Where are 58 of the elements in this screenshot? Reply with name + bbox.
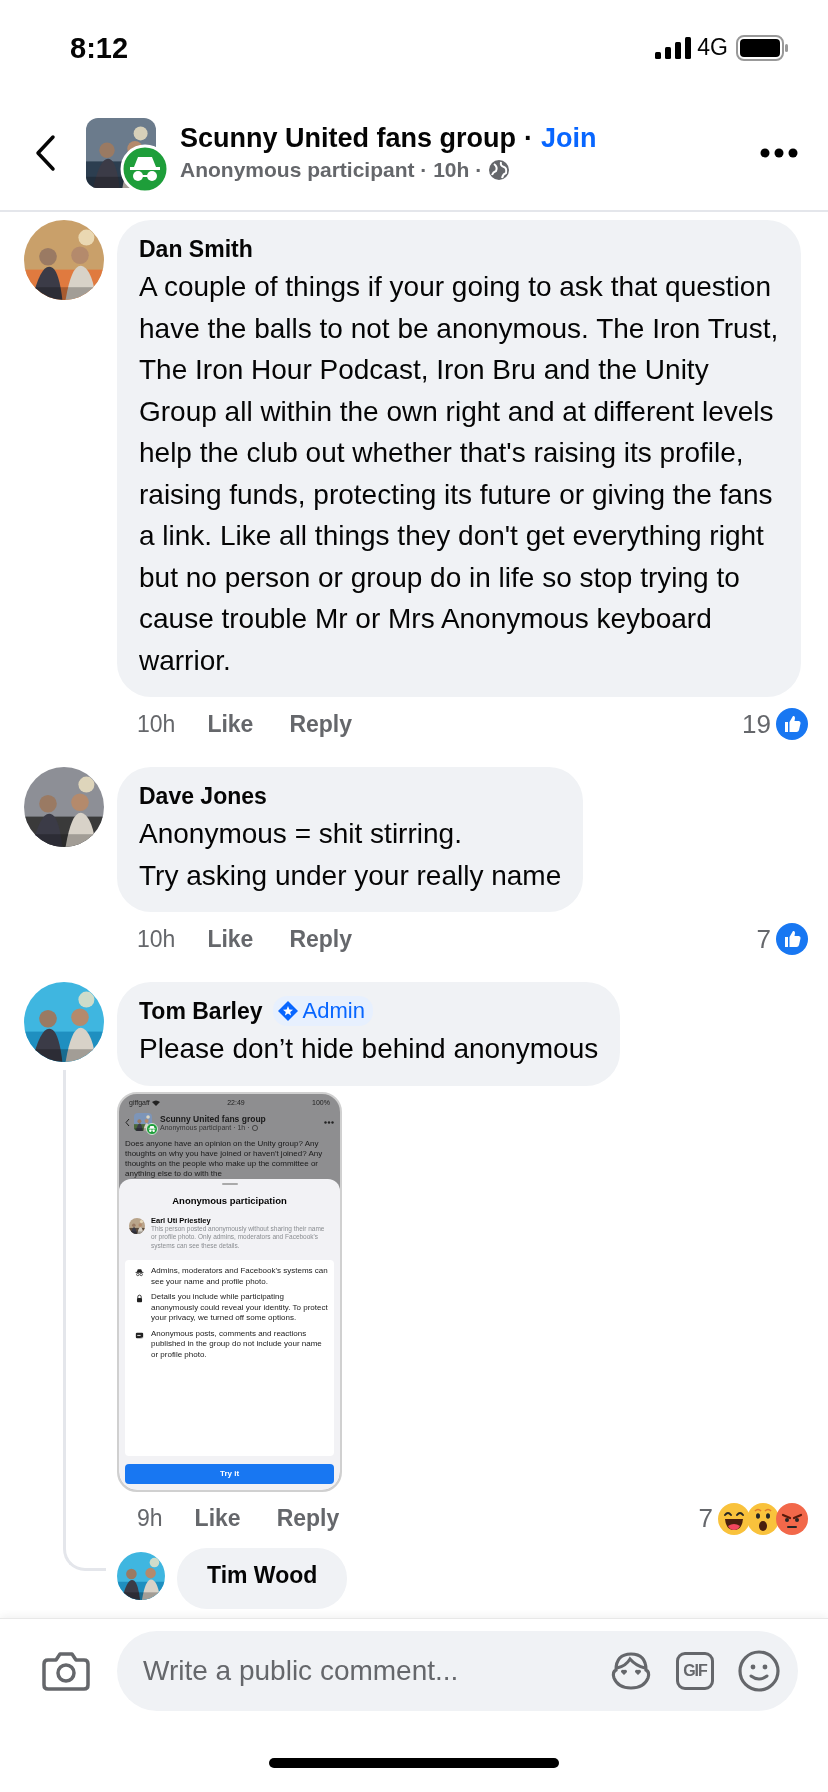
reply-button[interactable]: Reply <box>276 1505 340 1532</box>
reply-button[interactable]: Reply <box>289 710 353 738</box>
comment-time: 10h <box>137 925 176 953</box>
post-meta: Anonymous participant · 10h · <box>180 158 483 182</box>
comment-text: Anonymous = shit stirring. Try asking under your really name <box>139 817 562 893</box>
more-icon <box>324 1121 334 1124</box>
info-text: Admins, moderators and Facebook's systems can see your name and profile photo. <box>151 1266 329 1287</box>
incognito-badge-icon <box>120 143 170 194</box>
emoji-icon[interactable] <box>736 1648 782 1694</box>
angry-face-icon <box>776 1502 808 1535</box>
reply-button[interactable]: Reply <box>289 925 353 953</box>
author-name[interactable]: Dave Jones <box>139 779 267 813</box>
back-icon[interactable] <box>34 133 56 172</box>
screenshot-attachment[interactable] <box>117 1091 342 1492</box>
globe-icon <box>488 159 511 181</box>
comment-time: 10h <box>137 710 176 738</box>
lock-icon <box>135 1294 144 1303</box>
separator-dot: · <box>524 123 533 154</box>
author-name[interactable]: Tom Barley <box>139 994 263 1028</box>
join-link[interactable]: Join <box>541 123 597 154</box>
thumbs-up-icon <box>776 923 808 955</box>
camera-icon[interactable] <box>42 1651 90 1691</box>
wifi-icon <box>151 1099 160 1106</box>
signal-icon <box>655 36 692 59</box>
like-button[interactable]: Like <box>207 925 254 953</box>
laughing-face-icon <box>718 1502 750 1535</box>
battery-icon <box>736 34 790 61</box>
globe-icon <box>251 1124 258 1131</box>
like-button[interactable]: Like <box>207 710 254 738</box>
incognito-icon <box>135 1268 144 1277</box>
author-name[interactable]: Tim Wood <box>177 1547 348 1609</box>
back-icon <box>125 1118 130 1127</box>
status-time: 8:12 <box>70 31 130 65</box>
group-title[interactable]: Scunny United fans group <box>180 123 516 154</box>
gif-button[interactable]: GIF <box>676 1652 714 1690</box>
like-button[interactable]: Like <box>194 1505 241 1532</box>
thumbs-up-icon <box>776 708 808 740</box>
comment-text: A couple of things if your going to ask that question have the balls to not be anonymous. The Iron Trust, The Iron Hour Podcast, Iron Bru and the Unity Group all within the own right and at different levels help the club out whether that's raising its profile, raising funds, protecting its future or giving the fans a link. Like all things they don't get everything right but no person or group do in life so stop trying to cause trouble Mr or Mrs Anonymous keyboard warrior. <box>139 270 779 678</box>
reaction-count[interactable]: 7 <box>756 923 771 955</box>
info-text: Anonymous posts, comments and reactions published in the group do not include your name or profile photo. <box>151 1328 323 1360</box>
reaction-count[interactable]: 7 <box>698 1503 713 1534</box>
comment-time: 9h <box>137 1505 163 1532</box>
comment-text: Please don’t hide behind anonymous <box>139 1032 599 1066</box>
surprised-face-icon <box>747 1502 779 1535</box>
sheet-title: Anonymous participation <box>171 1194 288 1206</box>
more-icon[interactable] <box>760 147 798 158</box>
info-text: Details you include while participating anonymously could reveal your identity. To protect your privacy, we turned off some options. <box>151 1292 329 1324</box>
reaction-count[interactable]: 19 <box>742 708 771 740</box>
comment-field[interactable]: Write a public comment... GIF <box>117 1631 798 1711</box>
incognito-badge-icon <box>146 1122 158 1135</box>
author-name[interactable]: Dan Smith <box>139 232 253 266</box>
post-text: Does anyone have an opinion on the Unity group? Any thoughts on why you have joined or haven't joined? Any thoughts on the people who make up the committee or anything else to do with the <box>124 1137 324 1179</box>
group-title: Scunny United fans group <box>160 1114 267 1124</box>
admin-badge: Admin <box>272 996 373 1026</box>
try-button[interactable]: Try it <box>125 1463 334 1484</box>
network-label: 4G <box>697 34 728 61</box>
star-icon <box>276 1000 299 1022</box>
card-icon <box>135 1330 144 1340</box>
